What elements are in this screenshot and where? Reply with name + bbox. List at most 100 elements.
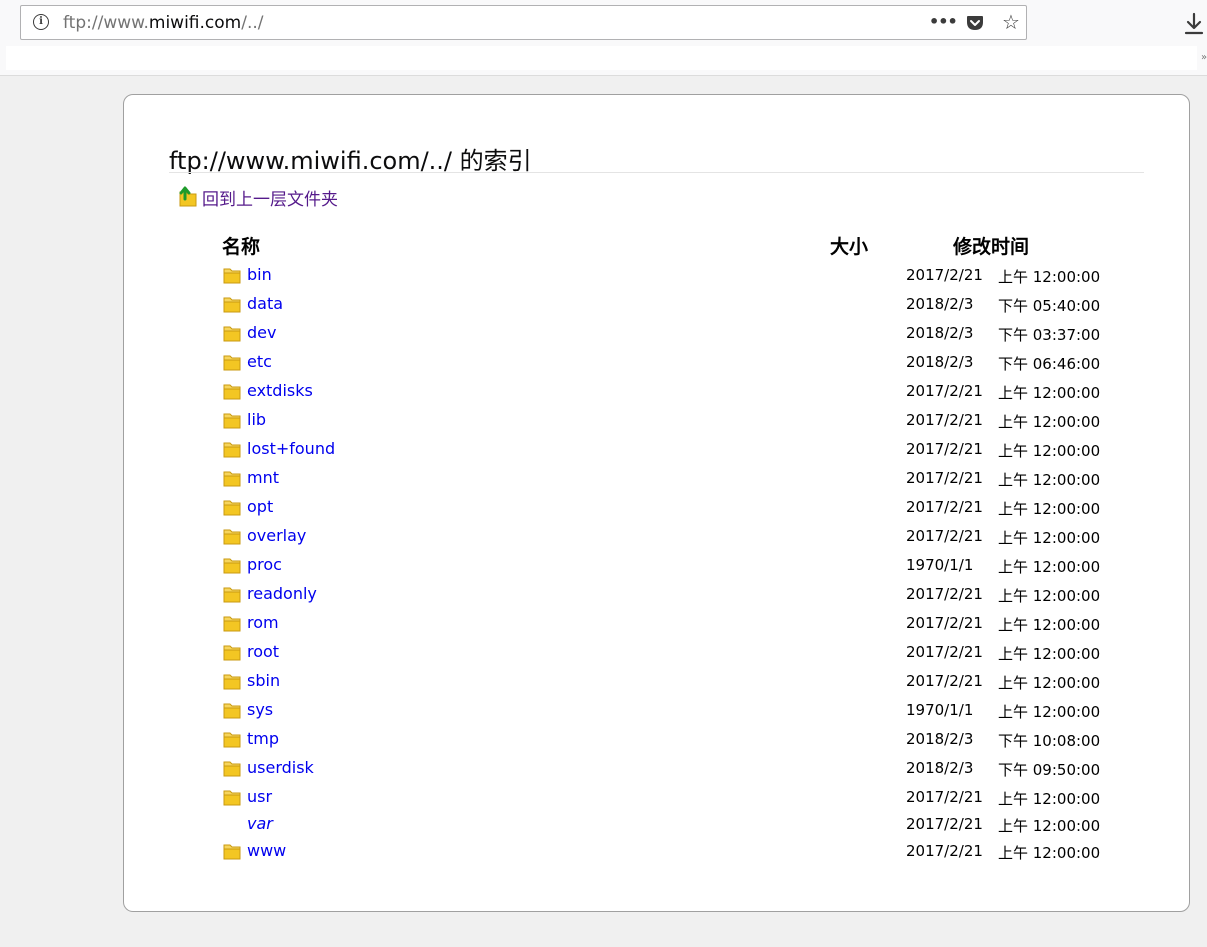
entry-time: 上午 12:00:00 [998,529,1101,547]
table-row: data 2018/2/3 下午 05:40:00 [124,291,1189,317]
entry-name-link[interactable]: lost+found [247,439,335,458]
entry-name-link[interactable]: var [247,814,273,833]
url-host: miwifi.com [148,13,242,33]
entry-name-link[interactable]: data [247,294,283,313]
entry-date: 1970/1/1 [906,556,974,574]
entry-date: 2017/2/21 [906,842,983,860]
table-row: mnt 2017/2/21 上午 12:00:00 [124,465,1189,491]
entry-name-link[interactable]: rom [247,613,279,632]
entry-name-link[interactable]: overlay [247,526,306,545]
directory-table: bin 2017/2/21 上午 12:00:00 data 2018/2/3 下午 05… [124,95,1189,911]
table-row: www 2017/2/21 上午 12:00:00 [124,838,1189,864]
entry-name-link[interactable]: extdisks [247,381,313,400]
entry-name-link[interactable]: readonly [247,584,317,603]
table-row: sbin 2017/2/21 上午 12:00:00 [124,668,1189,694]
table-row: etc 2018/2/3 下午 06:46:00 [124,349,1189,375]
entry-time: 上午 12:00:00 [998,471,1101,489]
folder-icon [223,442,241,458]
entry-time: 上午 12:00:00 [998,645,1101,663]
folder-icon [223,384,241,400]
browser-toolbar: i ftp://www.miwifi.com/../ ••• ☆ » [0,0,1207,76]
entry-time: 下午 10:08:00 [998,732,1101,750]
entry-time: 下午 09:50:00 [998,761,1101,779]
entry-time: 上午 12:00:00 [998,674,1101,692]
entry-time: 上午 12:00:00 [998,844,1101,862]
folder-icon [223,558,241,574]
star-icon[interactable]: ☆ [1000,11,1022,33]
table-row: lost+found 2017/2/21 上午 12:00:00 [124,436,1189,462]
entry-time: 上午 12:00:00 [998,703,1101,721]
entry-name-link[interactable]: etc [247,352,272,371]
folder-icon [223,529,241,545]
info-icon[interactable]: i [33,14,49,30]
overflow-chevron-icon[interactable]: » [1201,52,1207,63]
entry-date: 2018/2/3 [906,759,974,777]
entry-date: 2017/2/21 [906,815,983,833]
table-row: lib 2017/2/21 上午 12:00:00 [124,407,1189,433]
folder-icon [223,268,241,284]
toolbar-divider [0,75,1207,76]
table-row: rom 2017/2/21 上午 12:00:00 [124,610,1189,636]
entry-time: 下午 03:37:00 [998,326,1101,344]
url-suffix: /../ [241,13,264,33]
entry-date: 2018/2/3 [906,324,974,342]
entry-name-link[interactable]: mnt [247,468,279,487]
entry-time: 上午 12:00:00 [998,587,1101,605]
entry-name-link[interactable]: userdisk [247,758,314,777]
entry-date: 2017/2/21 [906,585,983,603]
folder-icon [223,326,241,342]
folder-icon [223,790,241,806]
bookmarks-toolbar [6,46,1197,70]
entry-name-link[interactable]: proc [247,555,282,574]
entry-time: 上午 12:00:00 [998,817,1101,835]
page-actions-icon[interactable]: ••• [929,12,958,32]
entry-name-link[interactable]: tmp [247,729,279,748]
folder-icon [223,413,241,429]
folder-icon [223,616,241,632]
table-row: opt 2017/2/21 上午 12:00:00 [124,494,1189,520]
folder-icon [223,355,241,371]
entry-date: 2017/2/21 [906,788,983,806]
entry-date: 2017/2/21 [906,614,983,632]
entry-date: 2017/2/21 [906,527,983,545]
table-row: var 2017/2/21 上午 12:00:00 [124,811,1189,837]
entry-name-link[interactable]: sys [247,700,273,719]
entry-name-link[interactable]: root [247,642,279,661]
folder-icon [223,844,241,860]
entry-name-link[interactable]: usr [247,787,272,806]
url-text[interactable]: ftp://www.miwifi.com/../ [63,13,264,33]
listing-panel: ftp://www.miwifi.com/../ 的索引 回到上一层文件夹 名称… [123,94,1190,912]
entry-date: 1970/1/1 [906,701,974,719]
entry-date: 2017/2/21 [906,382,983,400]
folder-icon [223,645,241,661]
table-row: sys 1970/1/1 上午 12:00:00 [124,697,1189,723]
entry-name-link[interactable]: www [247,841,286,860]
download-icon[interactable] [1183,12,1205,36]
entry-name-link[interactable]: dev [247,323,276,342]
entry-name-link[interactable]: sbin [247,671,280,690]
table-row: root 2017/2/21 上午 12:00:00 [124,639,1189,665]
url-bar[interactable]: i ftp://www.miwifi.com/../ ••• ☆ [20,5,1027,40]
folder-icon [223,297,241,313]
table-row: dev 2018/2/3 下午 03:37:00 [124,320,1189,346]
entry-time: 上午 12:00:00 [998,442,1101,460]
folder-icon [223,471,241,487]
entry-time: 下午 06:46:00 [998,355,1101,373]
table-row: readonly 2017/2/21 上午 12:00:00 [124,581,1189,607]
url-prefix: ftp://www. [63,13,149,33]
entry-date: 2017/2/21 [906,643,983,661]
entry-date: 2017/2/21 [906,266,983,284]
entry-date: 2018/2/3 [906,353,974,371]
entry-time: 上午 12:00:00 [998,384,1101,402]
entry-time: 上午 12:00:00 [998,558,1101,576]
entry-name-link[interactable]: opt [247,497,273,516]
entry-name-link[interactable]: lib [247,410,266,429]
entry-date: 2017/2/21 [906,411,983,429]
entry-name-link[interactable]: bin [247,265,272,284]
folder-icon [223,500,241,516]
pocket-icon[interactable] [966,15,984,31]
entry-time: 上午 12:00:00 [998,268,1101,286]
entry-date: 2017/2/21 [906,440,983,458]
table-row: userdisk 2018/2/3 下午 09:50:00 [124,755,1189,781]
table-row: tmp 2018/2/3 下午 10:08:00 [124,726,1189,752]
